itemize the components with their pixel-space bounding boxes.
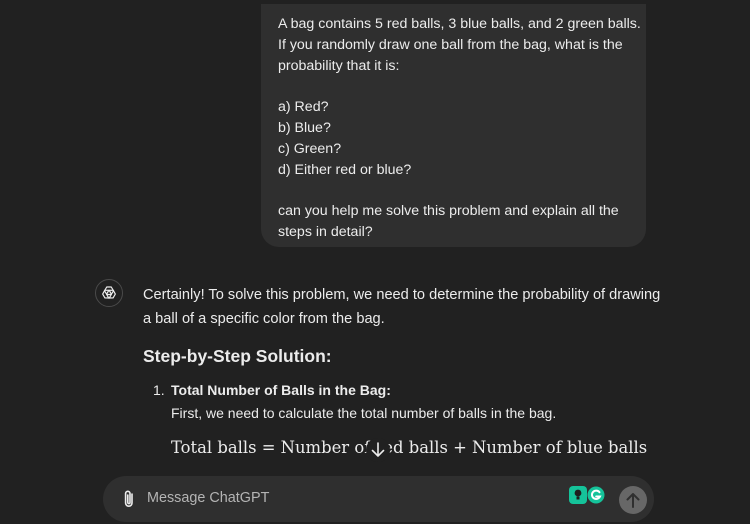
paperclip-icon: [124, 490, 133, 507]
assistant-message: Certainly! To solve this problem, we nee…: [143, 283, 663, 457]
arrow-down-icon: [371, 442, 385, 457]
message-composer[interactable]: Message ChatGPT: [103, 476, 654, 522]
message-input[interactable]: Message ChatGPT: [147, 490, 269, 506]
chatgpt-logo-icon: [95, 279, 123, 307]
arrow-up-icon: [626, 493, 640, 508]
attach-button[interactable]: [119, 488, 139, 510]
grammarly-widget[interactable]: [569, 486, 605, 504]
send-button[interactable]: [619, 486, 647, 514]
user-message-line: A bag contains 5 red balls, 3 blue balls…: [278, 16, 641, 32]
intro-line: Certainly! To solve this problem, we nee…: [143, 287, 661, 303]
scroll-down-button[interactable]: [366, 438, 390, 462]
user-message-line: d) Either red or blue?: [278, 161, 412, 178]
grammarly-icon: [587, 486, 605, 504]
user-message-line: c) Green?: [278, 140, 342, 157]
user-message-line: b) Blue?: [278, 119, 331, 136]
step-description: First, we need to calculate the total nu…: [171, 405, 557, 421]
user-message-line: If you randomly draw one ball from the b…: [278, 36, 623, 53]
chat-page: A bag contains 5 red balls, 3 blue balls…: [0, 0, 750, 524]
user-message-line: probability that it is:: [278, 57, 400, 74]
assistant-intro: Certainly! To solve this problem, we nee…: [143, 283, 663, 331]
user-message-line: can you help me solve this problem and e…: [278, 203, 619, 220]
step-number: 1.: [153, 382, 165, 398]
user-message-line: a) Red?: [278, 99, 329, 116]
step-title: Total Number of Balls in the Bag:: [171, 382, 391, 398]
solution-heading: Step-by-Step Solution:: [143, 346, 332, 366]
intro-line: a ball of a specific color from the bag.: [143, 311, 385, 327]
user-message-line: steps in detail?: [278, 223, 373, 240]
math-equation: Total balls = Number of red balls + Numb…: [171, 438, 649, 457]
user-message-bubble: A bag contains 5 red balls, 3 blue balls…: [261, 4, 646, 247]
